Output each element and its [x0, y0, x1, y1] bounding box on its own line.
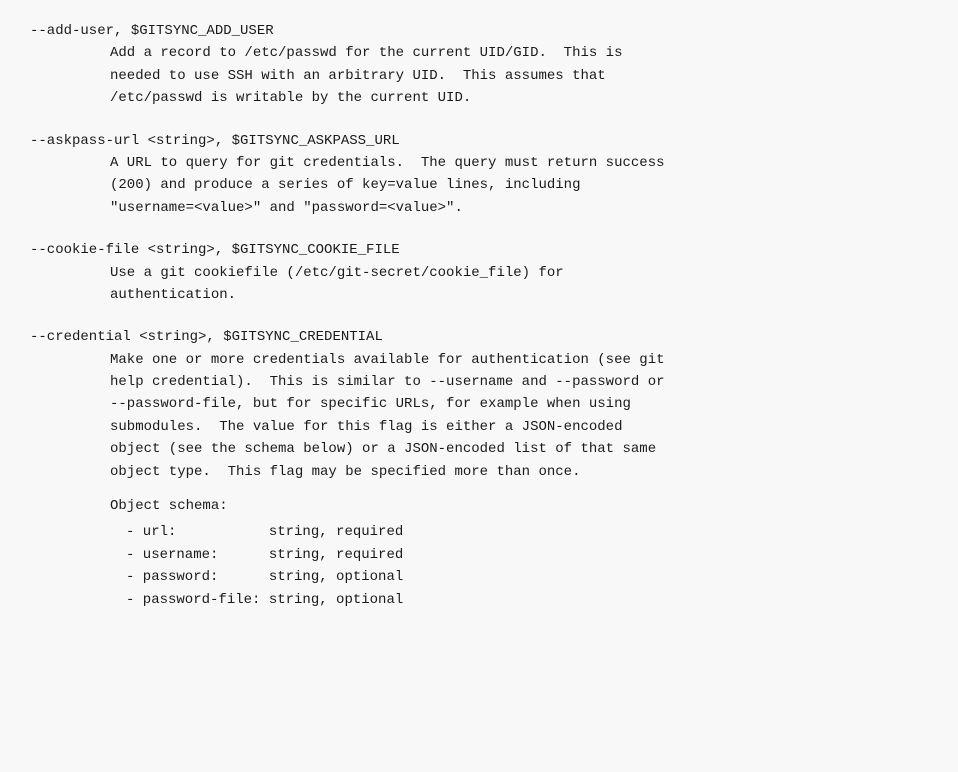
flag-description-add-user: Add a record to /etc/passwd for the curr… [30, 42, 928, 109]
description-line: "username=<value>" and "password=<value>… [110, 197, 928, 219]
flag-section-askpass-url: --askpass-url <string>, $GITSYNC_ASKPASS… [30, 130, 928, 220]
flag-header-cookie-file: --cookie-file <string>, $GITSYNC_COOKIE_… [30, 239, 928, 261]
description-line: Make one or more credentials available f… [110, 349, 928, 371]
description-line: A URL to query for git credentials. The … [110, 152, 928, 174]
schema-key: - password: [126, 566, 269, 588]
description-line: object type. This flag may be specified … [110, 461, 928, 483]
schema-value: string, required [269, 544, 403, 566]
object-schema: Object schema: - url: string, required- u… [30, 495, 928, 611]
schema-key: - username: [126, 544, 269, 566]
description-line: Use a git cookiefile (/etc/git-secret/co… [110, 262, 928, 284]
description-line: Add a record to /etc/passwd for the curr… [110, 42, 928, 64]
flag-section-credential: --credential <string>, $GITSYNC_CREDENTI… [30, 326, 928, 611]
main-content: --add-user, $GITSYNC_ADD_USERAdd a recor… [30, 20, 928, 611]
schema-value: string, optional [269, 566, 403, 588]
schema-value: string, required [269, 521, 403, 543]
description-line: (200) and produce a series of key=value … [110, 174, 928, 196]
description-line: needed to use SSH with an arbitrary UID.… [110, 65, 928, 87]
schema-key: - url: [126, 521, 269, 543]
flag-section-cookie-file: --cookie-file <string>, $GITSYNC_COOKIE_… [30, 239, 928, 306]
flag-header-askpass-url: --askpass-url <string>, $GITSYNC_ASKPASS… [30, 130, 928, 152]
schema-key: - password-file: [126, 589, 269, 611]
flag-header-credential: --credential <string>, $GITSYNC_CREDENTI… [30, 326, 928, 348]
schema-row: - password-file: string, optional [110, 589, 928, 611]
flag-header-add-user: --add-user, $GITSYNC_ADD_USER [30, 20, 928, 42]
flag-description-credential: Make one or more credentials available f… [30, 349, 928, 483]
description-line: help credential). This is similar to --u… [110, 371, 928, 393]
flag-description-askpass-url: A URL to query for git credentials. The … [30, 152, 928, 219]
schema-row: - url: string, required [110, 521, 928, 543]
schema-row: - username: string, required [110, 544, 928, 566]
description-line: /etc/passwd is writable by the current U… [110, 87, 928, 109]
schema-value: string, optional [269, 589, 403, 611]
description-line: --password-file, but for specific URLs, … [110, 393, 928, 415]
flag-section-add-user: --add-user, $GITSYNC_ADD_USERAdd a recor… [30, 20, 928, 110]
schema-title: Object schema: [110, 495, 928, 517]
description-line: authentication. [110, 284, 928, 306]
description-line: submodules. The value for this flag is e… [110, 416, 928, 438]
flag-description-cookie-file: Use a git cookiefile (/etc/git-secret/co… [30, 262, 928, 307]
description-line: object (see the schema below) or a JSON-… [110, 438, 928, 460]
schema-row: - password: string, optional [110, 566, 928, 588]
